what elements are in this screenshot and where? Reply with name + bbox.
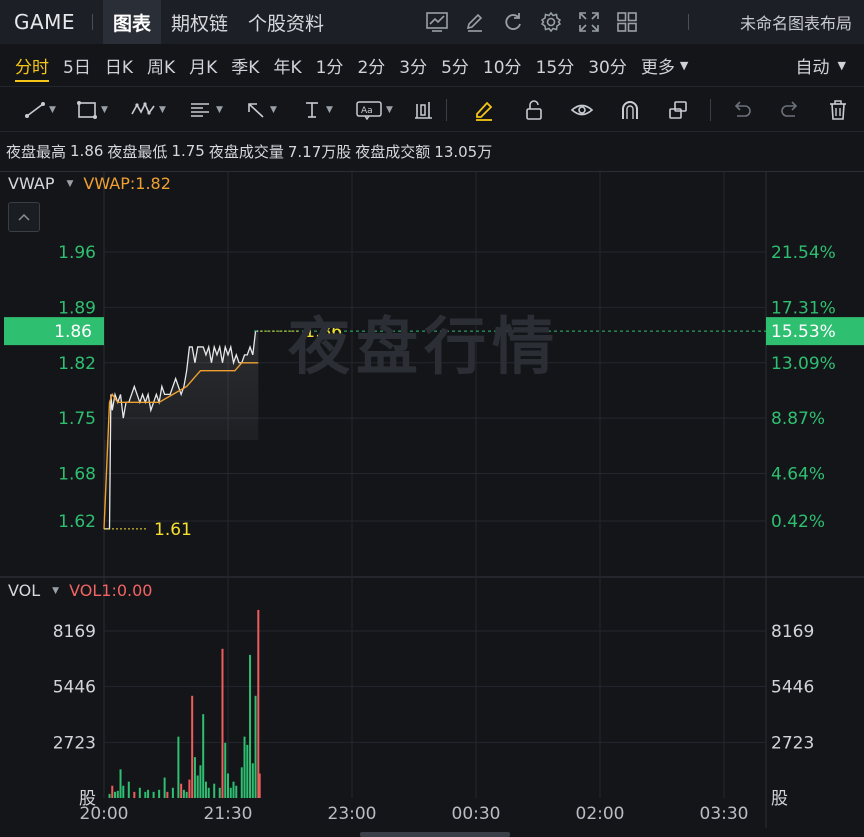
vwap-indicator-value: VWAP:1.82 — [83, 174, 171, 193]
volume-bar — [122, 785, 125, 798]
price-tick-label: 1.89 — [58, 298, 96, 318]
volume-bar — [218, 787, 221, 798]
percent-tick-label: 0.42% — [771, 512, 825, 532]
volume-bar — [114, 791, 117, 798]
volume-tick-label: 5446 — [53, 678, 96, 698]
price-tick-label: 1.96 — [58, 243, 96, 263]
volume-bar — [188, 779, 191, 798]
volume-tick-label-right: 5446 — [771, 678, 814, 698]
volume-bar — [227, 773, 229, 798]
percent-tick-label: 8.87% — [771, 409, 825, 429]
volume-bar — [111, 785, 114, 798]
volume-bar — [243, 736, 246, 798]
volume-bar — [177, 736, 180, 798]
vol-indicator-value: VOL1:0.00 — [69, 581, 153, 600]
volume-bar — [258, 773, 261, 798]
time-tick-label: 23:00 — [328, 804, 377, 824]
time-tick-label: 21:30 — [204, 804, 253, 824]
volume-tick-label: 2723 — [53, 733, 96, 753]
volume-bar — [138, 787, 141, 798]
volume-bar — [171, 787, 174, 798]
volume-bar — [240, 767, 243, 798]
collapse-button[interactable] — [8, 202, 40, 232]
volume-bar — [119, 769, 122, 798]
volume-tick-label-right: 8169 — [771, 622, 814, 642]
low-marker-label: 1.61 — [154, 520, 192, 540]
vol-indicator[interactable]: VOL ▼ VOL1:0.00 — [8, 581, 152, 600]
volume-bar — [199, 765, 202, 798]
volume-bar — [246, 744, 249, 798]
caret-down-icon[interactable]: ▼ — [52, 586, 59, 596]
percent-tick-label: 4.64% — [771, 465, 825, 485]
volume-bar — [182, 789, 185, 798]
volume-bar — [133, 791, 136, 798]
volume-bar — [229, 787, 232, 798]
percent-tick-label: 13.09% — [771, 354, 836, 374]
volume-bar — [152, 791, 155, 798]
volume-bar — [251, 763, 254, 798]
watermark: 夜盘行情 — [288, 310, 561, 383]
volume-bar — [254, 695, 257, 798]
volume-bar — [144, 791, 147, 798]
vol-indicator-name: VOL — [8, 581, 41, 600]
price-tick-label: 1.62 — [58, 512, 96, 532]
volume-bar — [196, 775, 199, 798]
intraday-chart[interactable]: 20:00 21:30 23:00 00:30 02:00 03:301.96 21.54%… — [0, 0, 864, 837]
time-scrollbar[interactable] — [360, 832, 510, 837]
time-tick-label: 02:00 — [576, 804, 625, 824]
volume-bar — [213, 783, 216, 798]
price-tick-label: 1.82 — [58, 354, 96, 374]
volume-bar — [180, 783, 183, 798]
volume-bar — [158, 789, 161, 798]
volume-bar — [185, 791, 188, 798]
volume-unit-label: 股 — [79, 789, 96, 809]
last-pct-badge-text: 15.53% — [771, 322, 836, 342]
vwap-indicator[interactable]: VWAP ▼ VWAP:1.82 — [8, 174, 171, 193]
volume-unit-label-right: 股 — [771, 789, 788, 809]
percent-tick-label: 21.54% — [771, 243, 836, 263]
vwap-indicator-name: VWAP — [8, 174, 55, 193]
caret-down-icon[interactable]: ▼ — [66, 179, 73, 189]
volume-bar — [235, 785, 238, 798]
volume-bar — [202, 714, 205, 798]
volume-bar — [221, 648, 224, 798]
percent-tick-label: 17.31% — [771, 298, 836, 318]
volume-bar — [166, 791, 169, 798]
time-tick-label: 03:30 — [700, 804, 749, 824]
volume-bar — [163, 777, 166, 798]
volume-bar — [127, 781, 130, 798]
volume-bar — [224, 742, 227, 798]
chart-background — [0, 172, 864, 837]
volume-bar — [193, 757, 196, 798]
volume-bar — [204, 781, 207, 798]
volume-bar — [191, 695, 194, 798]
volume-bar — [108, 793, 111, 798]
volume-bar — [249, 654, 252, 798]
volume-tick-label: 8169 — [53, 622, 96, 642]
volume-bar — [232, 781, 235, 798]
volume-bar — [147, 789, 150, 798]
volume-bar — [116, 790, 119, 798]
time-tick-label: 00:30 — [452, 804, 501, 824]
price-tick-label: 1.75 — [58, 409, 96, 429]
volume-tick-label-right: 2723 — [771, 733, 814, 753]
last-price-badge-text: 1.86 — [54, 322, 92, 342]
price-tick-label: 1.68 — [58, 465, 96, 485]
chevron-up-icon — [18, 213, 30, 221]
volume-bar — [207, 787, 210, 798]
volume-bar — [257, 609, 260, 798]
